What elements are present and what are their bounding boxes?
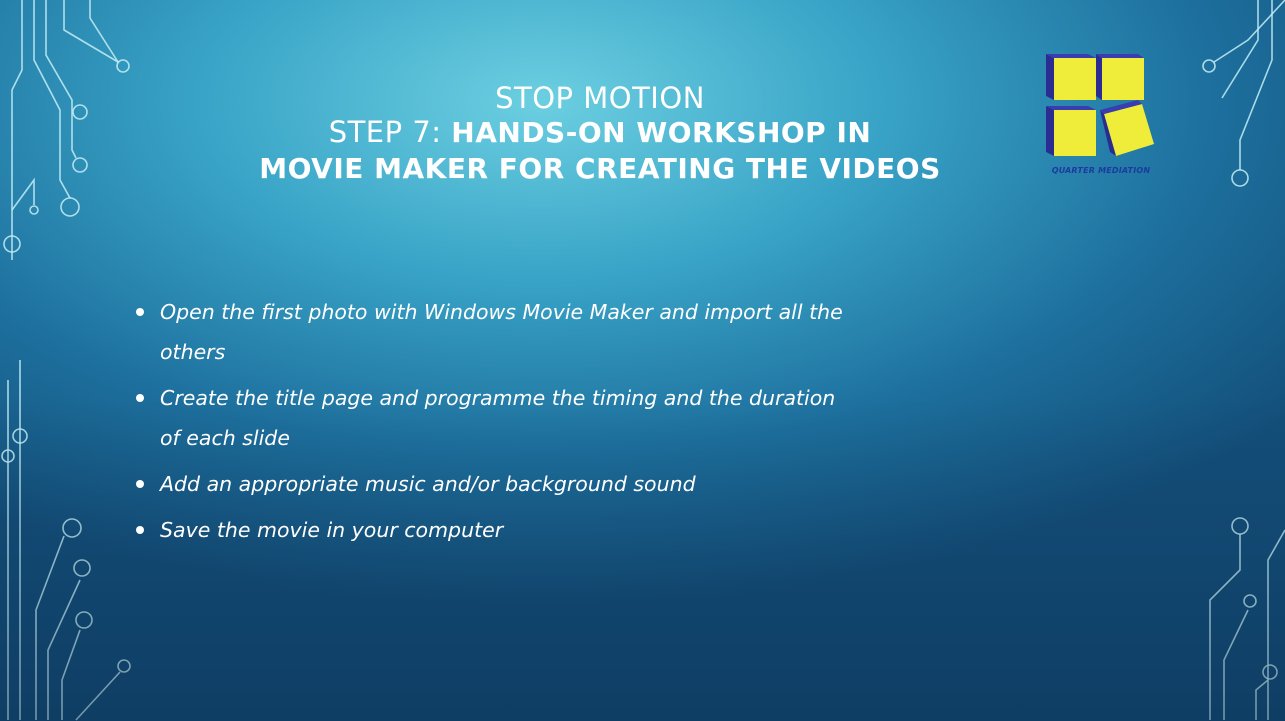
bullet-list: Open the first photo with Windows Movie … xyxy=(132,292,852,556)
bullet-icon xyxy=(136,480,144,488)
bullet-icon xyxy=(136,394,144,402)
title-line-1: STOP MOTION xyxy=(495,81,705,115)
slide: STOP MOTION STEP 7: HANDS-ON WORKSHOP IN… xyxy=(0,0,1285,721)
title-line-2: STEP 7: HANDS-ON WORKSHOP IN xyxy=(200,115,1000,150)
list-item: Add an appropriate music and/or backgrou… xyxy=(132,464,852,504)
quarter-mediation-logo: QUARTER MEDIATION xyxy=(1038,52,1164,184)
bullet-text: Open the first photo with Windows Movie … xyxy=(160,300,843,364)
bullet-icon xyxy=(136,526,144,534)
bullet-text: Save the movie in your computer xyxy=(160,518,504,542)
logo-blocks-icon xyxy=(1046,54,1154,156)
title-step-prefix: STEP 7: xyxy=(328,115,452,149)
list-item: Open the first photo with Windows Movie … xyxy=(132,292,852,372)
logo-caption: QUARTER MEDIATION xyxy=(1051,166,1151,175)
title-step-heading: HANDS-ON WORKSHOP IN xyxy=(451,116,872,149)
list-item: Save the movie in your computer xyxy=(132,510,852,550)
bullet-text: Add an appropriate music and/or backgrou… xyxy=(160,472,696,496)
list-item: Create the title page and programme the … xyxy=(132,378,852,458)
title-line-3: MOVIE MAKER FOR CREATING THE VIDEOS xyxy=(259,152,941,185)
bullet-icon xyxy=(136,308,144,316)
bullet-text: Create the title page and programme the … xyxy=(160,386,836,450)
slide-title: STOP MOTION STEP 7: HANDS-ON WORKSHOP IN… xyxy=(200,82,1000,188)
